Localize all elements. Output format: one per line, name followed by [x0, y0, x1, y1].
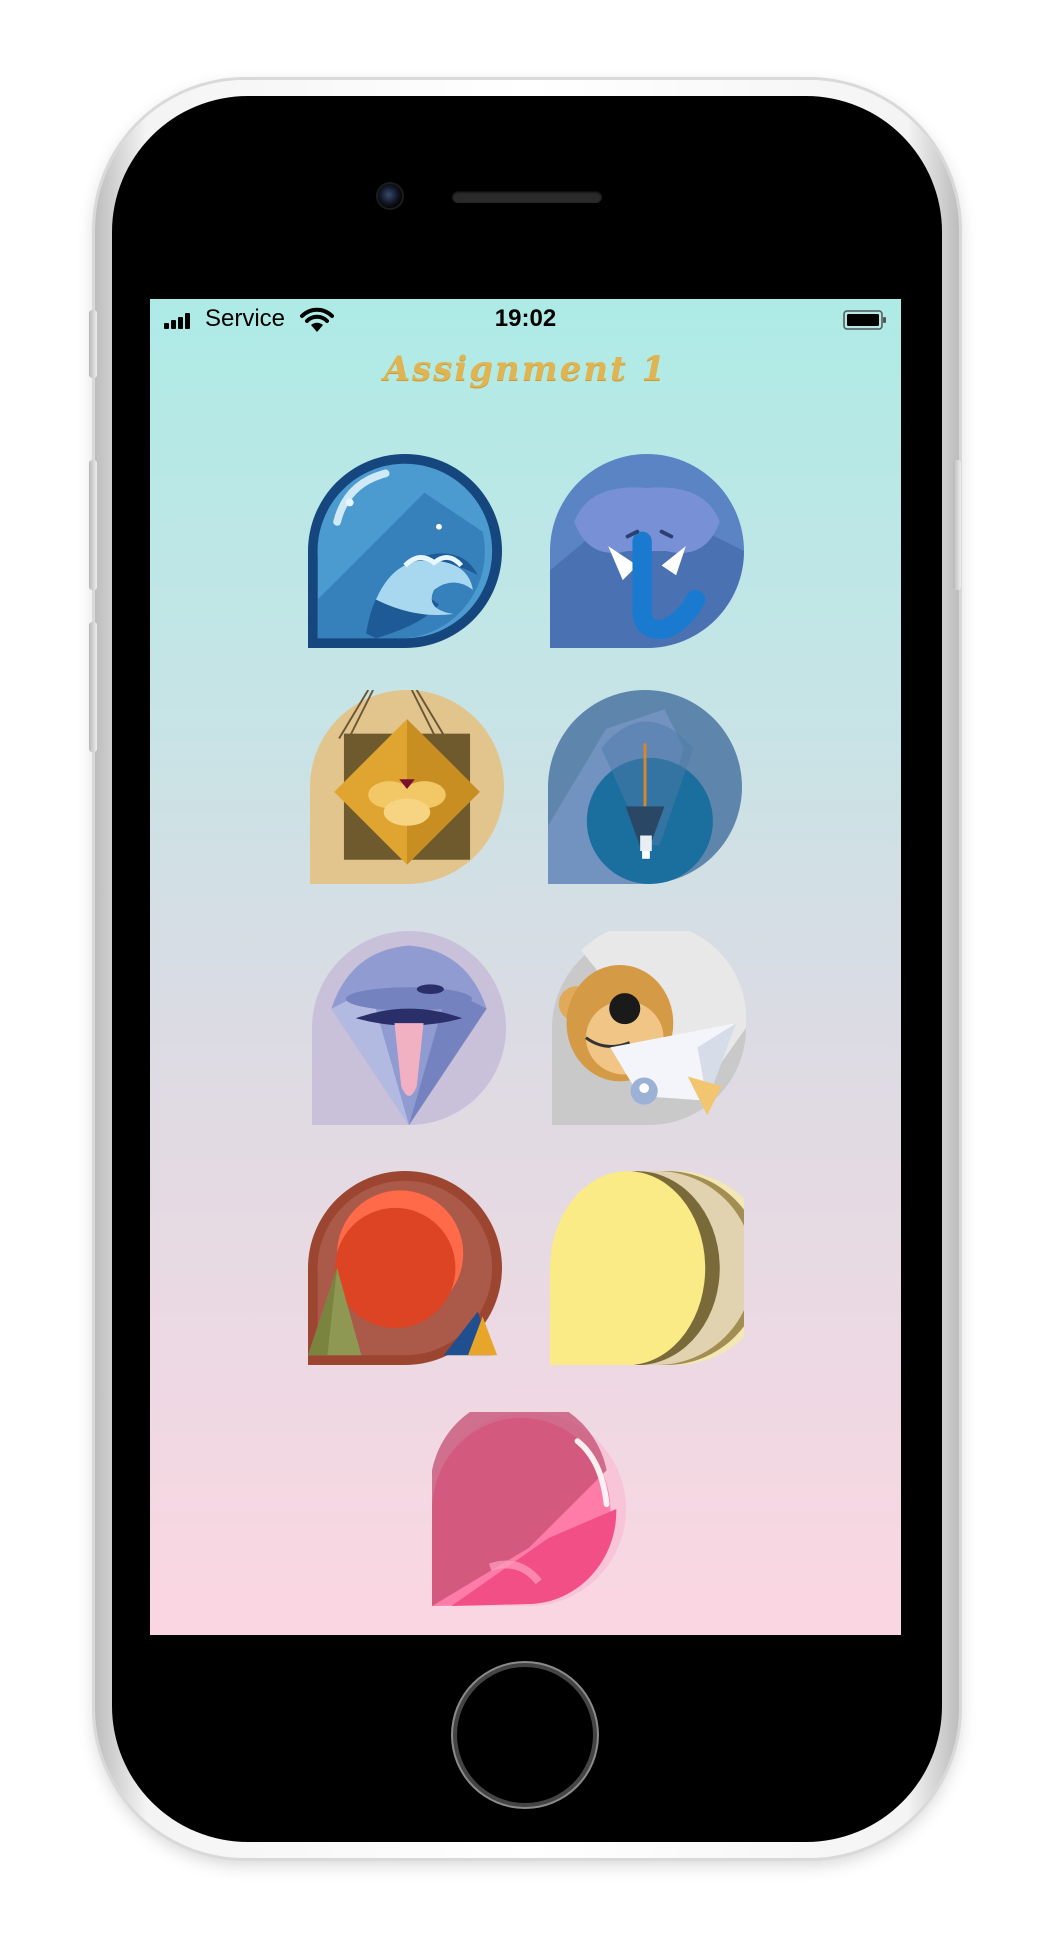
monkey-icon[interactable] [552, 931, 746, 1125]
volume-down-button [89, 622, 97, 752]
battery-icon [843, 310, 886, 330]
elephant-icon[interactable] [550, 454, 744, 648]
earpiece-speaker [452, 191, 602, 203]
home-button[interactable] [457, 1667, 593, 1803]
pages-icon[interactable] [550, 1171, 744, 1365]
status-bar: Service 19:02 [150, 299, 901, 343]
status-time: 19:02 [494, 305, 557, 332]
wave-icon[interactable] [308, 454, 502, 648]
app-screen: Service 19:02 Assignment 1 [150, 299, 901, 1635]
mouth-icon[interactable] [312, 931, 506, 1125]
page-title: Assignment 1 [383, 349, 668, 389]
volume-up-button [89, 460, 97, 590]
front-camera [378, 184, 402, 208]
pink-bubble-icon[interactable] [432, 1412, 626, 1606]
sun-mountains-icon[interactable] [308, 1171, 502, 1365]
mute-switch [89, 310, 97, 378]
power-button [953, 460, 961, 590]
honey-sign-icon[interactable] [310, 690, 504, 884]
hot-air-balloon-icon[interactable] [548, 690, 742, 884]
